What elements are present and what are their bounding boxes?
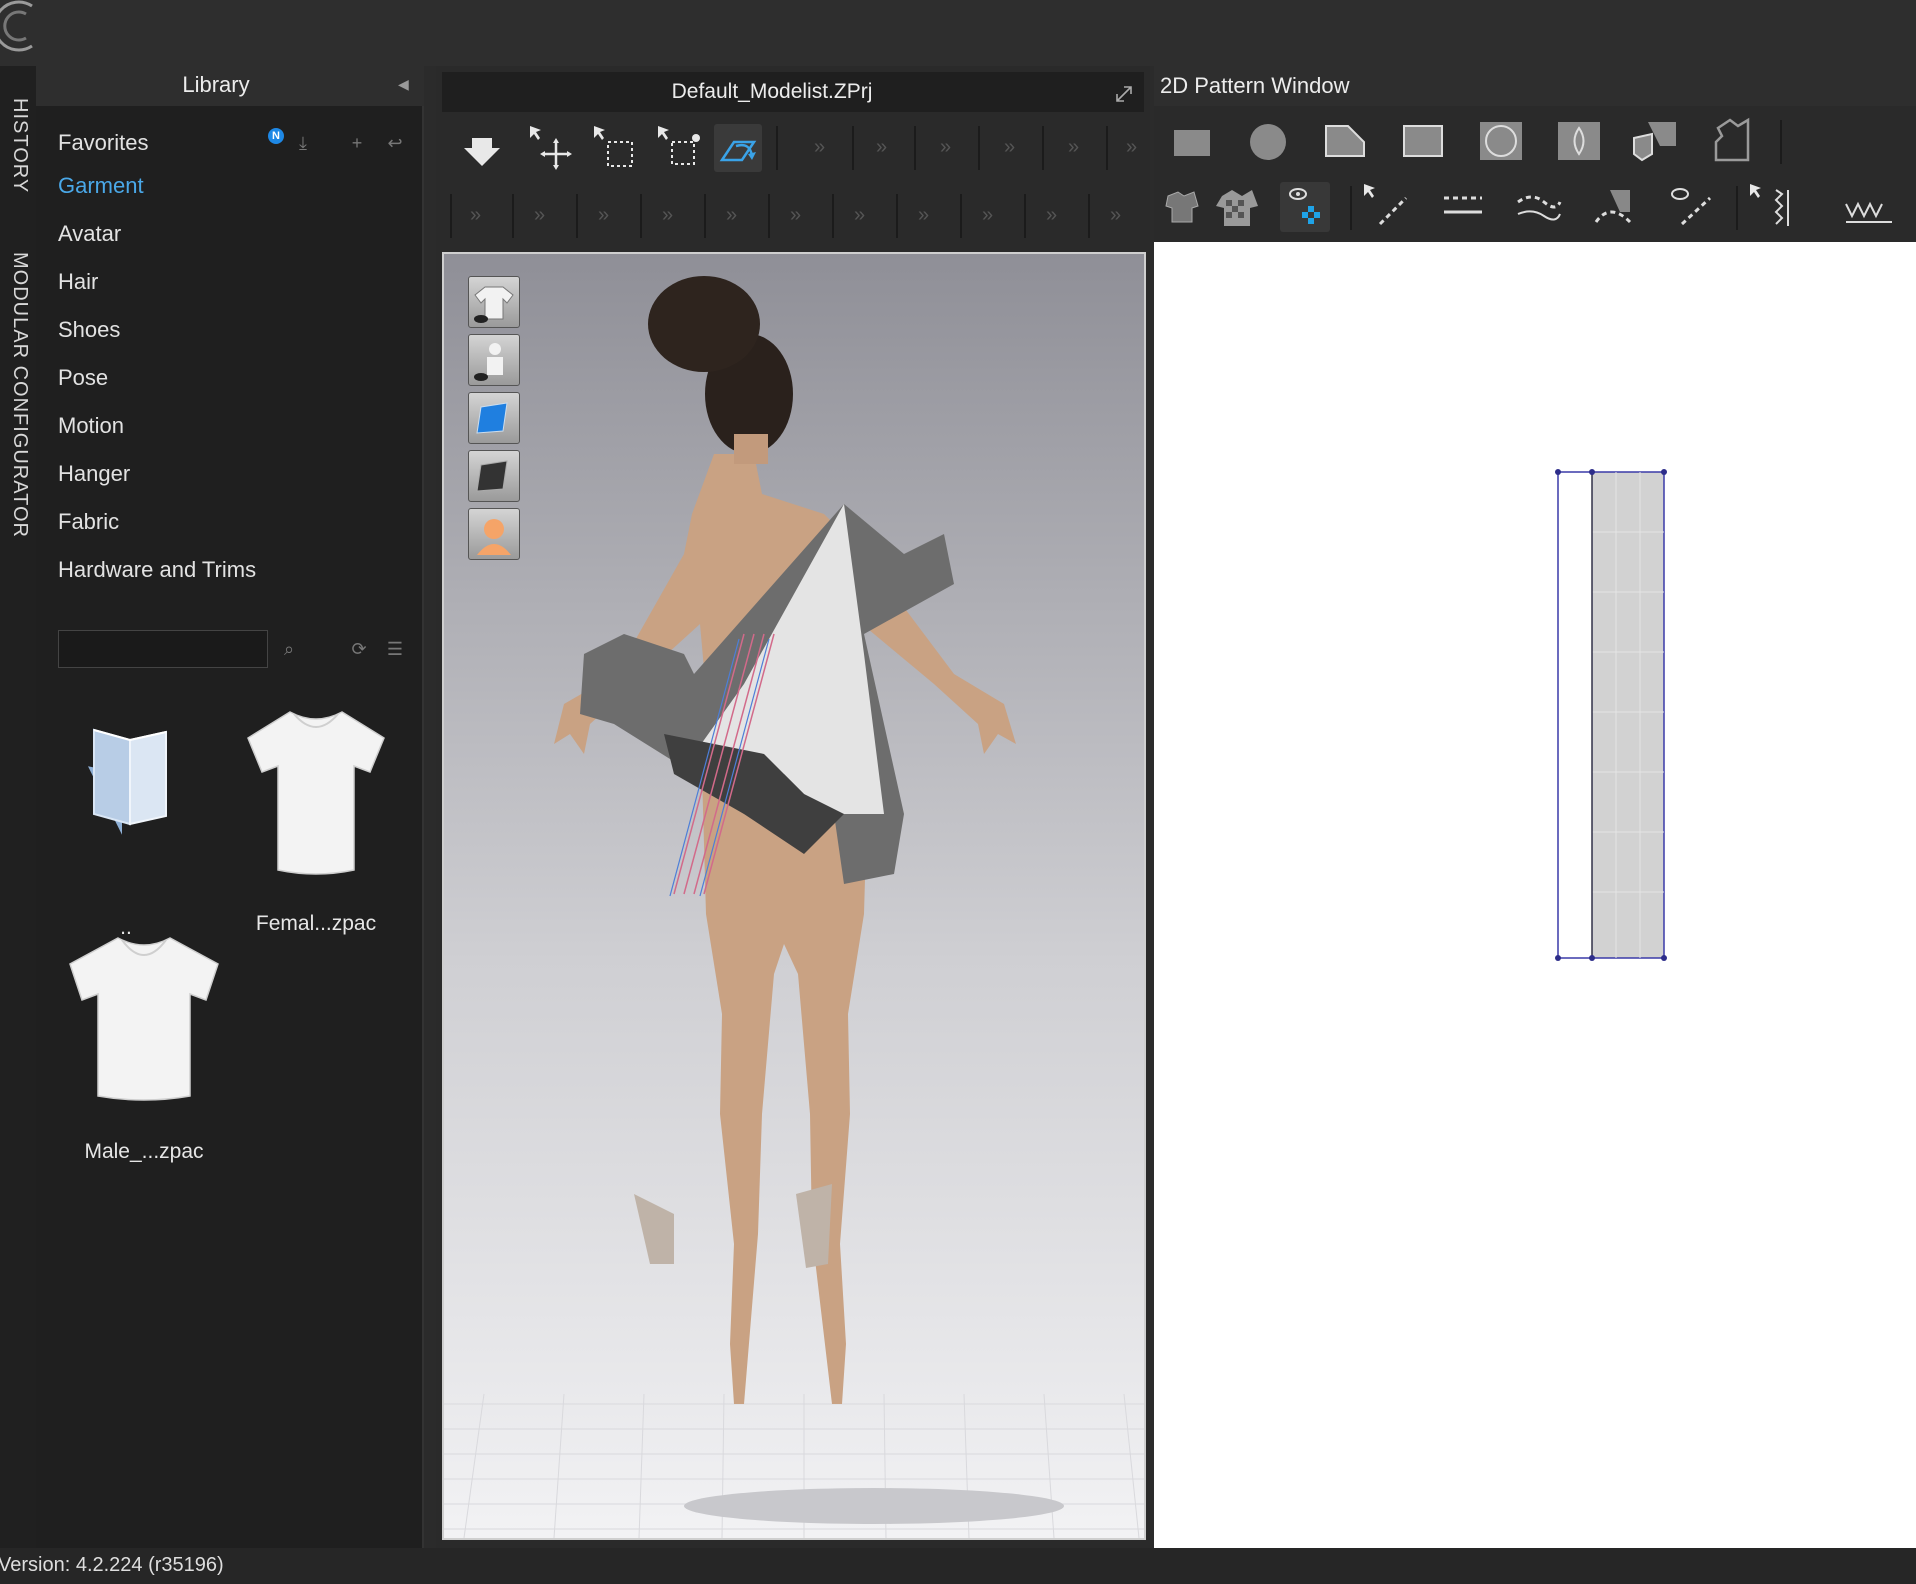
file-item-female-zpac[interactable]: Femal...zpac bbox=[232, 700, 400, 940]
stitch-view-icon[interactable] bbox=[1666, 182, 1716, 232]
clo-logo-icon bbox=[0, 0, 33, 52]
transform-select-icon[interactable] bbox=[656, 124, 704, 172]
new-badge: N bbox=[268, 128, 284, 144]
viewport-header: Default_Modelist.ZPrj bbox=[442, 72, 1144, 112]
collapse-left-icon[interactable]: ◀ bbox=[398, 76, 416, 96]
pattern-canvas[interactable] bbox=[1154, 242, 1916, 1548]
texture-visibility-icon[interactable] bbox=[1212, 182, 1262, 232]
file-label: Femal...zpac bbox=[255, 912, 377, 935]
library-item-favorites[interactable]: Favorites bbox=[58, 130, 148, 156]
pattern-toolbar-2 bbox=[1154, 176, 1916, 242]
library-item-hanger[interactable]: Hanger bbox=[58, 461, 130, 487]
file-label: Male_...zpac bbox=[84, 1140, 204, 1163]
status-bar: Version: 4.2.224 (r35196) bbox=[0, 1548, 1916, 1584]
polygon-pattern-icon[interactable] bbox=[1320, 116, 1370, 166]
app-title-bar bbox=[0, 0, 1916, 66]
library-item-hair[interactable]: Hair bbox=[58, 269, 98, 295]
library-item-motion[interactable]: Motion bbox=[58, 413, 124, 439]
rectangle-filled-icon[interactable] bbox=[1166, 116, 1216, 166]
avatar-model-scene bbox=[444, 276, 1144, 1538]
viewport-toolbar-1: » » » » » » bbox=[442, 116, 1144, 180]
topstitch-icon[interactable] bbox=[1844, 182, 1894, 232]
library-search-input[interactable] bbox=[58, 630, 268, 668]
curve-line-icon[interactable] bbox=[1514, 182, 1564, 232]
circle-pattern-icon[interactable] bbox=[1476, 116, 1526, 166]
side-tabs: HISTORY MODULAR CONFIGURATOR bbox=[0, 66, 36, 1548]
library-title: Library bbox=[182, 72, 250, 97]
file-item-parent-folder[interactable]: .. bbox=[66, 706, 186, 946]
refresh-icon[interactable]: ⟳ bbox=[346, 636, 372, 662]
tshirt-icon bbox=[247, 711, 385, 875]
search-icon[interactable]: ⌕ bbox=[276, 636, 302, 662]
library-header: Library ◀ bbox=[36, 66, 424, 106]
move-tool-icon[interactable] bbox=[528, 124, 576, 172]
3d-viewport[interactable] bbox=[442, 252, 1146, 1540]
garment-block-icon[interactable] bbox=[1708, 116, 1758, 166]
viewport-title: Default_Modelist.ZPrj bbox=[671, 80, 873, 103]
add-icon[interactable]: + bbox=[344, 130, 370, 156]
dart-tool-icon[interactable] bbox=[1630, 116, 1680, 166]
circle-filled-icon[interactable] bbox=[1242, 116, 1292, 166]
library-panel: Library ◀ Favorites N ⤓ + ↩ Garment Avat… bbox=[36, 66, 424, 1548]
library-item-hardware-and-trims[interactable]: Hardware and Trims bbox=[58, 557, 256, 583]
folder-icon bbox=[88, 728, 167, 835]
internal-shape-icon[interactable] bbox=[1554, 116, 1604, 166]
tshirt-icon bbox=[69, 937, 219, 1101]
viewport-toolbar-2: » » » » » » » » » » » bbox=[442, 184, 1144, 248]
2d-pattern-window[interactable]: 2D Pattern Window bbox=[1154, 66, 1916, 1548]
elastic-icon[interactable] bbox=[1748, 182, 1798, 232]
segment-line-icon[interactable] bbox=[1438, 182, 1488, 232]
library-item-avatar[interactable]: Avatar bbox=[58, 221, 121, 247]
version-label: Version: 4.2.224 (r35196) bbox=[0, 1554, 224, 1576]
back-arrow-icon[interactable]: ↩ bbox=[382, 130, 408, 156]
pattern-window-header: 2D Pattern Window bbox=[1154, 66, 1916, 106]
library-item-shoes[interactable]: Shoes bbox=[58, 317, 120, 343]
tab-modular-configurator[interactable]: MODULAR CONFIGURATOR bbox=[8, 252, 31, 538]
library-item-garment[interactable]: Garment bbox=[58, 173, 144, 199]
seam-line-icon[interactable] bbox=[1590, 182, 1640, 232]
library-item-fabric[interactable]: Fabric bbox=[58, 509, 119, 535]
view-points-icon[interactable] bbox=[1280, 182, 1330, 232]
rectangle-pattern-icon[interactable] bbox=[1398, 116, 1448, 166]
pattern-visibility-icon[interactable] bbox=[1156, 182, 1206, 232]
expand-window-icon[interactable] bbox=[1114, 84, 1134, 104]
tab-history[interactable]: HISTORY bbox=[8, 98, 31, 193]
file-item-male-zpac[interactable]: Male_...zpac bbox=[60, 926, 228, 1166]
download-icon[interactable]: ⤓ bbox=[290, 130, 316, 156]
list-view-icon[interactable]: ☰ bbox=[382, 636, 408, 662]
library-item-pose[interactable]: Pose bbox=[58, 365, 108, 391]
simulate-down-arrow-icon[interactable] bbox=[458, 124, 506, 172]
edit-curve-icon[interactable] bbox=[1362, 182, 1412, 232]
pattern-window-title: 2D Pattern Window bbox=[1160, 73, 1350, 98]
box-select-icon[interactable] bbox=[592, 124, 640, 172]
fold-tool-icon[interactable] bbox=[714, 124, 762, 172]
pattern-toolbar-1 bbox=[1154, 106, 1916, 176]
